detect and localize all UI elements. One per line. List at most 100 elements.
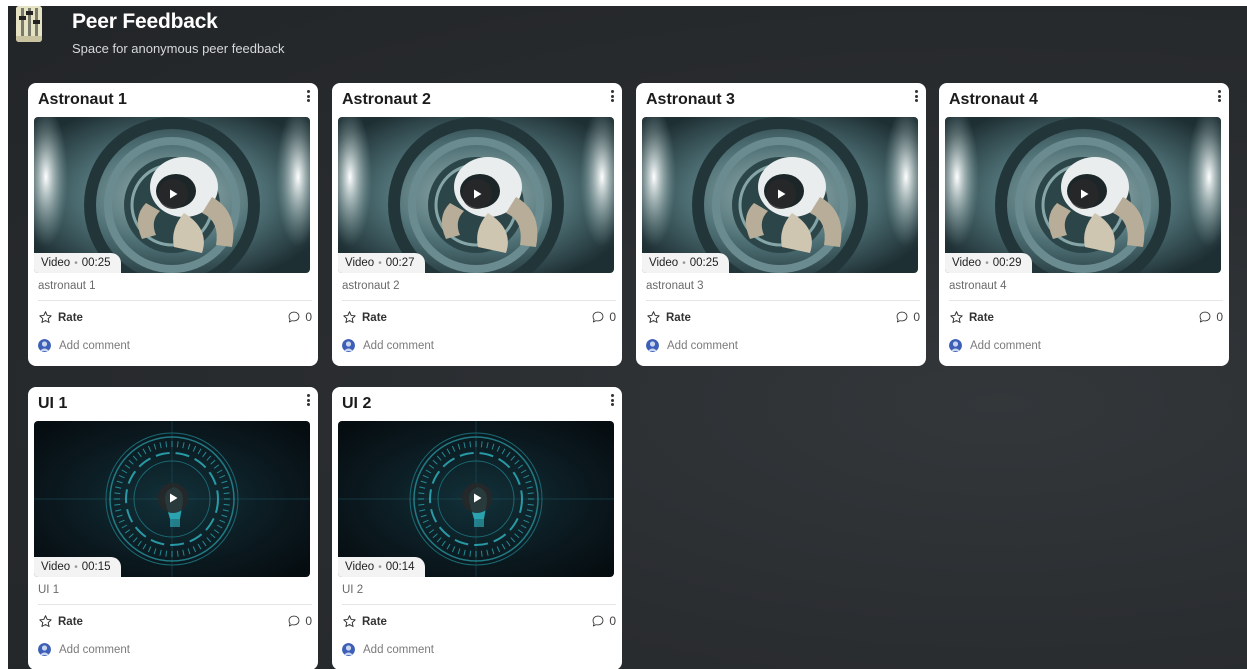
duration-badge: Video • 00:25 — [642, 253, 729, 273]
video-card[interactable]: Astronaut 3 Video • 00:25 astronaut 3 Ra… — [636, 83, 926, 366]
avatar — [949, 339, 962, 352]
rate-label: Rate — [969, 311, 994, 324]
star-outline-icon — [949, 310, 964, 325]
rate-button[interactable]: Rate — [342, 614, 387, 629]
add-comment-placeholder: Add comment — [59, 643, 130, 656]
video-thumbnail[interactable]: Video • 00:25 — [642, 117, 918, 273]
video-card[interactable]: Astronaut 4 Video • 00:29 astronaut 4 Ra… — [939, 83, 1229, 366]
speech-bubble-icon — [287, 614, 301, 628]
add-comment-placeholder: Add comment — [363, 339, 434, 352]
kebab-menu-icon[interactable] — [304, 393, 312, 407]
board-canvas: Peer Feedback Space for anonymous peer f… — [8, 6, 1247, 669]
rate-button[interactable]: Rate — [646, 310, 691, 325]
comments-count-button[interactable]: 0 — [287, 310, 312, 324]
video-thumbnail[interactable]: Video • 00:27 — [338, 117, 614, 273]
play-icon[interactable] — [462, 179, 492, 209]
duration-label: 00:25 — [81, 257, 111, 269]
add-comment-input[interactable]: Add comment — [38, 339, 130, 352]
separator-dot: • — [74, 561, 78, 573]
kebab-menu-icon[interactable] — [608, 393, 616, 407]
media-type-label: Video — [41, 561, 71, 573]
media-type-label: Video — [345, 561, 375, 573]
video-thumbnail[interactable]: Video • 00:14 — [338, 421, 614, 577]
play-icon[interactable] — [766, 179, 796, 209]
divider — [949, 300, 1223, 301]
play-icon[interactable] — [158, 179, 188, 209]
add-comment-input[interactable]: Add comment — [342, 643, 434, 656]
duration-label: 00:15 — [81, 561, 111, 573]
speech-bubble-icon — [591, 614, 605, 628]
kebab-menu-icon[interactable] — [304, 89, 312, 103]
file-name: astronaut 1 — [38, 280, 96, 292]
rate-button[interactable]: Rate — [342, 310, 387, 325]
add-comment-placeholder: Add comment — [363, 643, 434, 656]
avatar — [38, 643, 51, 656]
play-icon[interactable] — [1069, 179, 1099, 209]
comments-count: 0 — [609, 310, 616, 324]
avatar — [38, 339, 51, 352]
comments-count-button[interactable]: 0 — [287, 614, 312, 628]
speech-bubble-icon — [591, 310, 605, 324]
comments-count-button[interactable]: 0 — [1198, 310, 1223, 324]
comments-count: 0 — [609, 614, 616, 628]
rate-button[interactable]: Rate — [38, 310, 83, 325]
comments-count-button[interactable]: 0 — [591, 310, 616, 324]
kebab-menu-icon[interactable] — [1215, 89, 1223, 103]
speech-bubble-icon — [895, 310, 909, 324]
add-comment-input[interactable]: Add comment — [342, 339, 434, 352]
comments-count-button[interactable]: 0 — [591, 614, 616, 628]
separator-dot: • — [985, 257, 989, 269]
comments-count: 0 — [913, 310, 920, 324]
comments-count: 0 — [305, 310, 312, 324]
add-comment-placeholder: Add comment — [970, 339, 1041, 352]
board-header: Peer Feedback Space for anonymous peer f… — [8, 6, 1247, 76]
media-type-label: Video — [952, 257, 982, 269]
speech-bubble-icon — [287, 310, 301, 324]
card-title: Astronaut 2 — [342, 91, 431, 108]
add-comment-input[interactable]: Add comment — [949, 339, 1041, 352]
duration-label: 00:14 — [385, 561, 415, 573]
add-comment-input[interactable]: Add comment — [646, 339, 738, 352]
duration-label: 00:25 — [689, 257, 719, 269]
divider — [38, 604, 312, 605]
video-card[interactable]: UI 2 Video • 00:14 UI 2 Rate 0 Add comme… — [332, 387, 622, 669]
star-outline-icon — [646, 310, 661, 325]
media-type-label: Video — [41, 257, 71, 269]
separator-dot: • — [378, 561, 382, 573]
video-thumbnail[interactable]: Video • 00:15 — [34, 421, 310, 577]
separator-dot: • — [378, 257, 382, 269]
video-card[interactable]: Astronaut 2 Video • 00:27 astronaut 2 Ra… — [332, 83, 622, 366]
file-name: UI 1 — [38, 584, 60, 596]
duration-badge: Video • 00:27 — [338, 253, 425, 273]
rate-button[interactable]: Rate — [949, 310, 994, 325]
comments-count: 0 — [1216, 310, 1223, 324]
kebab-menu-icon[interactable] — [912, 89, 920, 103]
video-thumbnail[interactable]: Video • 00:25 — [34, 117, 310, 273]
mixer-slider-icon — [16, 6, 42, 42]
separator-dot: • — [682, 257, 686, 269]
rate-label: Rate — [666, 311, 691, 324]
video-card[interactable]: Astronaut 1 Video • 00:25 astronaut 1 Ra… — [28, 83, 318, 366]
rate-button[interactable]: Rate — [38, 614, 83, 629]
speech-bubble-icon — [1198, 310, 1212, 324]
play-icon[interactable] — [462, 483, 492, 513]
rate-label: Rate — [58, 311, 83, 324]
star-outline-icon — [38, 310, 53, 325]
card-title: Astronaut 3 — [646, 91, 735, 108]
card-title: UI 2 — [342, 395, 372, 412]
rate-label: Rate — [58, 615, 83, 628]
card-title: Astronaut 1 — [38, 91, 127, 108]
divider — [342, 604, 616, 605]
video-thumbnail[interactable]: Video • 00:29 — [945, 117, 1221, 273]
video-card[interactable]: UI 1 Video • 00:15 UI 1 Rate 0 Add comme… — [28, 387, 318, 669]
add-comment-placeholder: Add comment — [59, 339, 130, 352]
rate-label: Rate — [362, 311, 387, 324]
divider — [646, 300, 920, 301]
kebab-menu-icon[interactable] — [608, 89, 616, 103]
avatar — [646, 339, 659, 352]
file-name: astronaut 3 — [646, 280, 704, 292]
play-icon[interactable] — [158, 483, 188, 513]
comments-count-button[interactable]: 0 — [895, 310, 920, 324]
page-title: Peer Feedback — [72, 10, 218, 33]
add-comment-input[interactable]: Add comment — [38, 643, 130, 656]
